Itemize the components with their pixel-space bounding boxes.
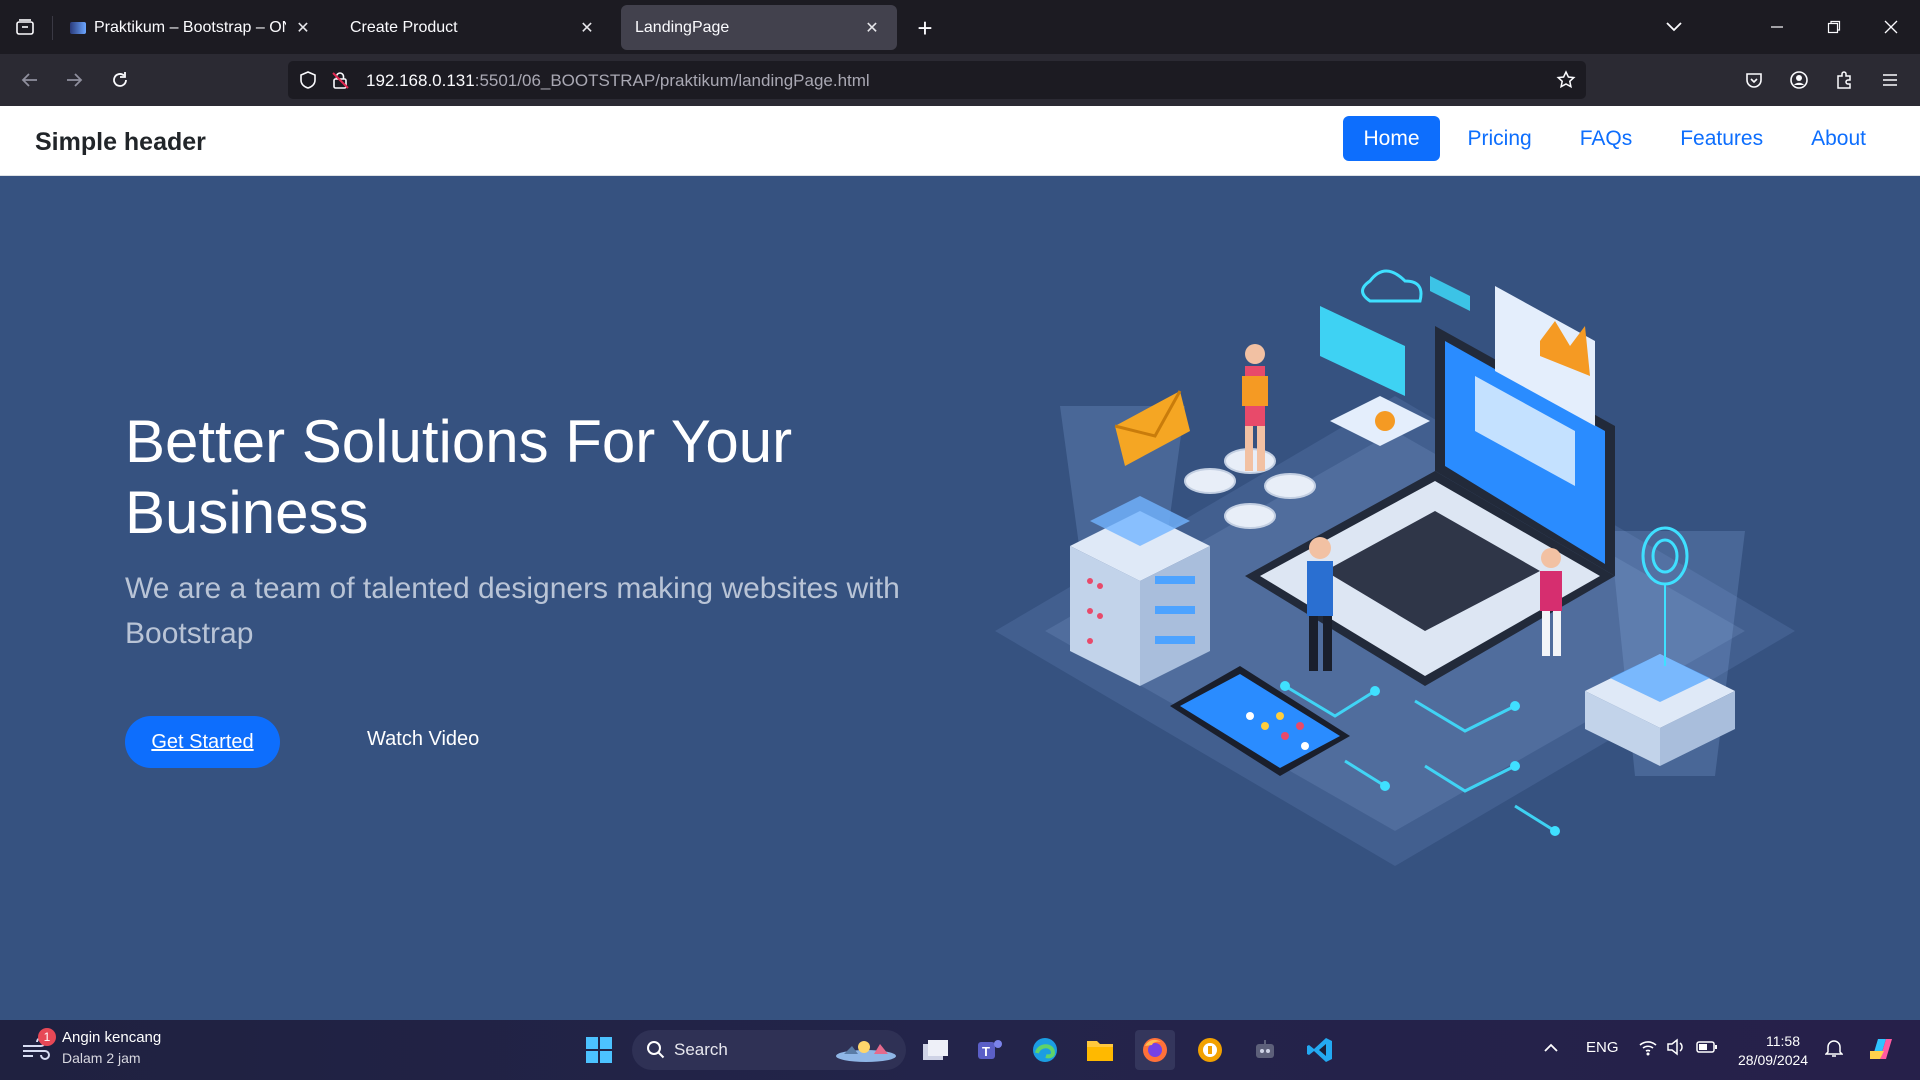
reload-icon[interactable] xyxy=(104,64,136,96)
robot-app-icon[interactable] xyxy=(1245,1030,1285,1070)
browser-toolbar: 192.168.0.131:5501/06_BOOTSTRAP/praktiku… xyxy=(0,54,1920,106)
account-icon[interactable] xyxy=(1783,64,1815,96)
close-icon[interactable]: ✕ xyxy=(861,17,883,39)
firefox-icon[interactable] xyxy=(1135,1030,1175,1070)
weather-title: Angin kencang xyxy=(62,1029,162,1046)
close-icon[interactable]: ✕ xyxy=(576,17,598,39)
tab-create-product[interactable]: Create Product ✕ xyxy=(336,5,612,50)
menu-icon[interactable] xyxy=(1874,64,1906,96)
insecure-lock-icon[interactable] xyxy=(330,70,350,95)
search-highlight-icon xyxy=(834,1036,898,1069)
hero-illustration xyxy=(995,269,1795,866)
bookmark-star-icon[interactable] xyxy=(1556,70,1576,95)
tab-list-icon[interactable] xyxy=(10,12,40,42)
close-icon[interactable]: ✕ xyxy=(292,17,314,39)
shield-icon[interactable] xyxy=(298,70,318,95)
restore-icon[interactable] xyxy=(1819,12,1849,42)
browser-tab-bar: Praktikum – Bootstrap – ONE by ✕ Create … xyxy=(0,0,1920,54)
url-host: 192.168.0.131 xyxy=(366,71,475,90)
site-nav: Home Pricing FAQs Features About xyxy=(1343,116,1886,161)
task-view-icon[interactable] xyxy=(915,1030,955,1070)
get-started-button[interactable]: Get Started xyxy=(125,716,280,768)
windows-start-icon[interactable] xyxy=(579,1030,619,1070)
url-path: :5501/06_BOOTSTRAP/praktikum/landingPage… xyxy=(474,71,870,90)
minimize-icon[interactable] xyxy=(1762,12,1792,42)
nav-features[interactable]: Features xyxy=(1660,116,1783,161)
copilot-icon[interactable] xyxy=(1866,1033,1898,1069)
notification-bell-icon[interactable] xyxy=(1824,1038,1844,1062)
taskbar-search[interactable]: Search xyxy=(632,1030,906,1070)
hero-title: Better Solutions For Your Business xyxy=(125,408,793,546)
clock-date: 28/09/2024 xyxy=(1738,1052,1809,1068)
search-label: Search xyxy=(674,1040,728,1059)
extensions-icon[interactable] xyxy=(1828,64,1860,96)
chevron-up-icon[interactable] xyxy=(1543,1040,1559,1057)
site-header: Simple header Home Pricing FAQs Features… xyxy=(0,106,1920,176)
pocket-icon[interactable] xyxy=(1738,64,1770,96)
teams-icon[interactable]: T xyxy=(970,1030,1010,1070)
weather-widget[interactable]: 1 Angin kencang Dalam 2 jam xyxy=(20,1028,161,1068)
tab-title: LandingPage xyxy=(635,18,730,36)
tab-title: Create Product xyxy=(350,18,458,36)
windows-taskbar: 1 Angin kencang Dalam 2 jam Search T ENG… xyxy=(0,1020,1920,1080)
hero-subtitle: We are a team of talented designers maki… xyxy=(125,572,900,650)
tab-favicon-icon xyxy=(70,21,86,34)
forward-icon[interactable] xyxy=(58,64,90,96)
nav-home[interactable]: Home xyxy=(1343,116,1440,161)
wifi-icon[interactable] xyxy=(1638,1038,1658,1060)
url-bar[interactable]: 192.168.0.131:5501/06_BOOTSTRAP/praktiku… xyxy=(288,61,1586,99)
file-explorer-icon[interactable] xyxy=(1080,1030,1120,1070)
system-clock[interactable]: 11:58 28/09/2024 xyxy=(1738,1032,1809,1070)
language-indicator[interactable]: ENG xyxy=(1586,1039,1619,1056)
brand-title[interactable]: Simple header xyxy=(35,128,206,157)
weather-alert-badge: 1 xyxy=(38,1028,56,1046)
close-window-icon[interactable] xyxy=(1876,12,1906,42)
back-icon[interactable] xyxy=(14,64,46,96)
battery-icon[interactable] xyxy=(1696,1039,1718,1059)
svg-text:T: T xyxy=(982,1044,990,1059)
tab-title: Praktikum – Bootstrap – ONE by xyxy=(94,18,286,36)
watch-video-button[interactable]: Watch Video xyxy=(367,728,479,751)
wind-icon: 1 xyxy=(20,1028,56,1064)
url-text[interactable]: 192.168.0.131:5501/06_BOOTSTRAP/praktiku… xyxy=(366,71,870,91)
nav-faqs[interactable]: FAQs xyxy=(1560,116,1653,161)
tab-landingpage[interactable]: LandingPage ✕ xyxy=(621,5,897,50)
tab-praktikum[interactable]: Praktikum – Bootstrap – ONE by ✕ xyxy=(56,5,328,50)
clock-time: 11:58 xyxy=(1766,1033,1800,1049)
web-page: Simple header Home Pricing FAQs Features… xyxy=(0,106,1920,1020)
nav-pricing[interactable]: Pricing xyxy=(1448,116,1552,161)
vscode-icon[interactable] xyxy=(1300,1030,1340,1070)
edge-icon[interactable] xyxy=(1025,1030,1065,1070)
volume-icon[interactable] xyxy=(1666,1038,1686,1060)
search-icon xyxy=(646,1040,666,1060)
weather-subtitle: Dalam 2 jam xyxy=(62,1050,141,1066)
chevron-down-icon[interactable] xyxy=(1659,12,1689,42)
tab-separator xyxy=(52,16,53,40)
new-tab-icon[interactable]: + xyxy=(910,13,940,43)
app-shield-icon[interactable] xyxy=(1190,1030,1230,1070)
nav-about[interactable]: About xyxy=(1791,116,1886,161)
